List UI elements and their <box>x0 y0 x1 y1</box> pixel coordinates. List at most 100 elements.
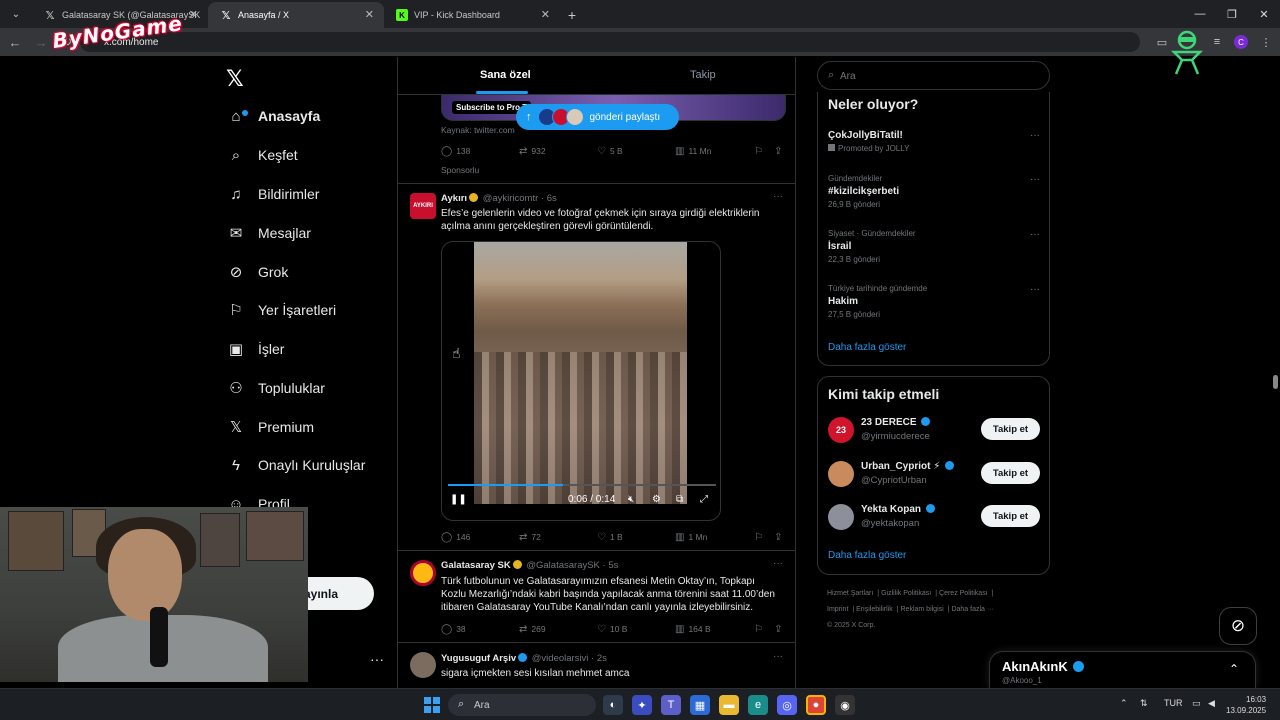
task-view-icon[interactable]: ◐ <box>603 695 623 715</box>
profile-avatar[interactable]: C <box>1234 35 1248 49</box>
tweet-more-icon[interactable]: ··· <box>773 558 783 569</box>
repost-button[interactable]: ⇄ 269 <box>519 624 546 635</box>
nav-communities[interactable]: ⚇ Topluluklar <box>226 373 325 403</box>
follow-button[interactable]: Takip et <box>981 462 1040 484</box>
trend-item[interactable]: Gündemdekiler #kizilcikşerbeti 26,9 B gö… <box>828 174 1040 209</box>
trend-item[interactable]: Siyaset · Gündemdekiler İsrail 22,3 B gö… <box>828 229 1040 264</box>
bookmark-button[interactable]: ⚐ <box>754 532 767 543</box>
settings-gear-icon[interactable]: ⚙ <box>652 494 661 505</box>
tweet-author[interactable]: Aykırı <box>441 193 467 204</box>
account-menu-icon[interactable]: ··· <box>370 651 384 667</box>
mute-icon[interactable]: 🔇︎ <box>628 494 634 505</box>
minimize-icon[interactable]: — <box>1184 0 1216 28</box>
tab-search-chevron-icon[interactable]: ⌄ <box>4 3 28 25</box>
chevron-up-icon[interactable]: ⌃ <box>1229 662 1239 676</box>
tweet-handle[interactable]: @GalatasaraySK <box>526 560 600 571</box>
tweet-time[interactable]: 6s <box>547 193 557 204</box>
tweet-author[interactable]: Galatasaray SK <box>441 560 511 571</box>
pip-icon[interactable]: ⧉ <box>676 494 683 505</box>
video-player[interactable]: ❚❚ 0:06 / 0:14 🔇︎ ⚙ ⧉ ⤢ <box>441 241 721 521</box>
restore-icon[interactable]: ❐ <box>1216 0 1248 28</box>
views-button[interactable]: ▥ 164 B <box>675 624 711 635</box>
follow-show-more[interactable]: Daha fazla göster <box>828 550 906 561</box>
tweet-handle[interactable]: @videolarsivi <box>532 653 589 664</box>
nav-jobs[interactable]: ▣ İşler <box>226 334 285 364</box>
x-logo-icon[interactable]: 𝕏 <box>226 66 244 92</box>
tab-for-you[interactable]: Sana özel <box>480 69 531 81</box>
trend-more-icon[interactable]: ··· <box>1030 284 1040 295</box>
ad-source[interactable]: Kaynak: twitter.com <box>441 125 515 135</box>
close-window-icon[interactable]: ✕ <box>1248 0 1280 28</box>
tray-chevron-icon[interactable]: ⌃ <box>1120 698 1128 709</box>
trend-more-icon[interactable]: ··· <box>1030 130 1040 141</box>
avatar[interactable] <box>410 652 436 678</box>
follow-suggestion[interactable]: Yekta Kopan @yektakopan Takip et <box>828 502 1040 532</box>
windows-start-icon[interactable] <box>424 697 440 713</box>
tweet-time[interactable]: 2s <box>597 653 607 664</box>
browser-tab-anasayfa[interactable]: 𝕏 Anasayfa / X ✕ <box>208 2 384 28</box>
nav-home[interactable]: ⌂ Anasayfa <box>226 101 320 131</box>
tray-volume-icon[interactable]: ◀ <box>1208 698 1215 709</box>
views-button[interactable]: ▥ 1 Mn <box>675 532 707 543</box>
file-explorer-icon[interactable]: ▬ <box>719 695 739 715</box>
page-scrollbar[interactable] <box>1270 57 1280 688</box>
tweet-handle[interactable]: @aykiricomtr <box>483 193 539 204</box>
grok-button[interactable]: ⊘ <box>1219 607 1257 645</box>
nav-explore[interactable]: ⌕ Keşfet <box>226 140 298 170</box>
search-box[interactable]: ⌕ Ara <box>817 61 1050 90</box>
follow-suggestion[interactable]: Urban_Cypriot ⚡ @CypriotUrban Takip et <box>828 459 1040 489</box>
back-arrow-icon[interactable]: ← <box>4 31 26 53</box>
footer-link[interactable]: Imprint <box>827 606 848 613</box>
tweet-author[interactable]: Yugusuguf Arşiv <box>441 653 516 664</box>
follow-button[interactable]: Takip et <box>981 505 1040 527</box>
trend-more-icon[interactable]: ··· <box>1030 229 1040 240</box>
url-field[interactable] <box>80 32 1140 52</box>
cast-icon[interactable]: ▭ <box>1154 34 1170 50</box>
tweet-time[interactable]: 5s <box>608 560 618 571</box>
like-button[interactable]: ♡ 10 B <box>597 624 627 635</box>
tweet-more-icon[interactable]: ··· <box>773 191 783 202</box>
browser-tab-kick[interactable]: K VIP - Kick Dashboard ✕ <box>384 2 560 28</box>
nav-premium[interactable]: 𝕏 Premium <box>226 412 314 442</box>
close-icon[interactable]: ✕ <box>541 8 550 21</box>
nav-verified-orgs[interactable]: ϟ Onaylı Kuruluşlar <box>226 450 365 480</box>
close-icon[interactable]: ✕ <box>365 8 374 21</box>
tray-network-icon[interactable]: ⇅ <box>1140 698 1148 709</box>
menu-dots-icon[interactable]: ⋮ <box>1258 34 1274 50</box>
tab-following[interactable]: Takip <box>690 69 716 81</box>
copilot-icon[interactable]: ✦ <box>632 695 652 715</box>
views-button[interactable]: ▥ 11 Mn <box>675 146 711 157</box>
taskbar-search[interactable]: ⌕ Ara <box>448 694 596 716</box>
discord-icon[interactable]: ◎ <box>777 695 797 715</box>
bookmark-button[interactable]: ⚐ <box>754 146 767 157</box>
nav-notifications[interactable]: ♫ Bildirimler <box>226 179 319 209</box>
chrome-icon[interactable]: ● <box>806 695 826 715</box>
share-button[interactable]: ⇪ <box>774 624 786 635</box>
tweet-more-icon[interactable]: ··· <box>773 651 783 662</box>
pause-icon[interactable]: ❚❚ <box>450 494 467 505</box>
footer-link[interactable]: Erişilebilirlik <box>856 606 893 613</box>
taskbar-clock[interactable]: 16:03 13.09.2025 <box>1226 694 1266 716</box>
avatar[interactable]: AYKIRI <box>410 193 436 219</box>
follow-button[interactable]: Takip et <box>981 418 1040 440</box>
footer-link[interactable]: Gizlilik Politikası <box>881 590 931 597</box>
reply-button[interactable]: ◯ 38 <box>441 624 466 635</box>
reply-button[interactable]: ◯ 146 <box>441 532 470 543</box>
teams-icon[interactable]: T <box>661 695 681 715</box>
new-tab-button[interactable]: + <box>560 2 584 28</box>
tray-display-icon[interactable]: ▭ <box>1192 698 1201 709</box>
edge-icon[interactable]: e <box>748 695 768 715</box>
scrollbar-thumb[interactable] <box>1273 375 1278 389</box>
bookmark-button[interactable]: ⚐ <box>754 624 767 635</box>
nav-messages[interactable]: ✉ Mesajlar <box>226 218 311 248</box>
share-button[interactable]: ⇪ <box>774 146 786 157</box>
new-posts-pill[interactable]: ↑ gönderi paylaştı <box>516 104 679 130</box>
trends-show-more[interactable]: Daha fazla göster <box>828 342 906 353</box>
like-button[interactable]: ♡ 1 B <box>597 532 623 543</box>
close-icon[interactable]: ✕ <box>189 8 198 21</box>
store-icon[interactable]: ▦ <box>690 695 710 715</box>
messages-drawer[interactable]: AkınAkınK @Akooo_1 ⌃ <box>989 651 1256 688</box>
media-controls-icon[interactable]: ≡ <box>1209 34 1225 50</box>
share-button[interactable]: ⇪ <box>774 532 786 543</box>
repost-button[interactable]: ⇄ 72 <box>519 532 541 543</box>
